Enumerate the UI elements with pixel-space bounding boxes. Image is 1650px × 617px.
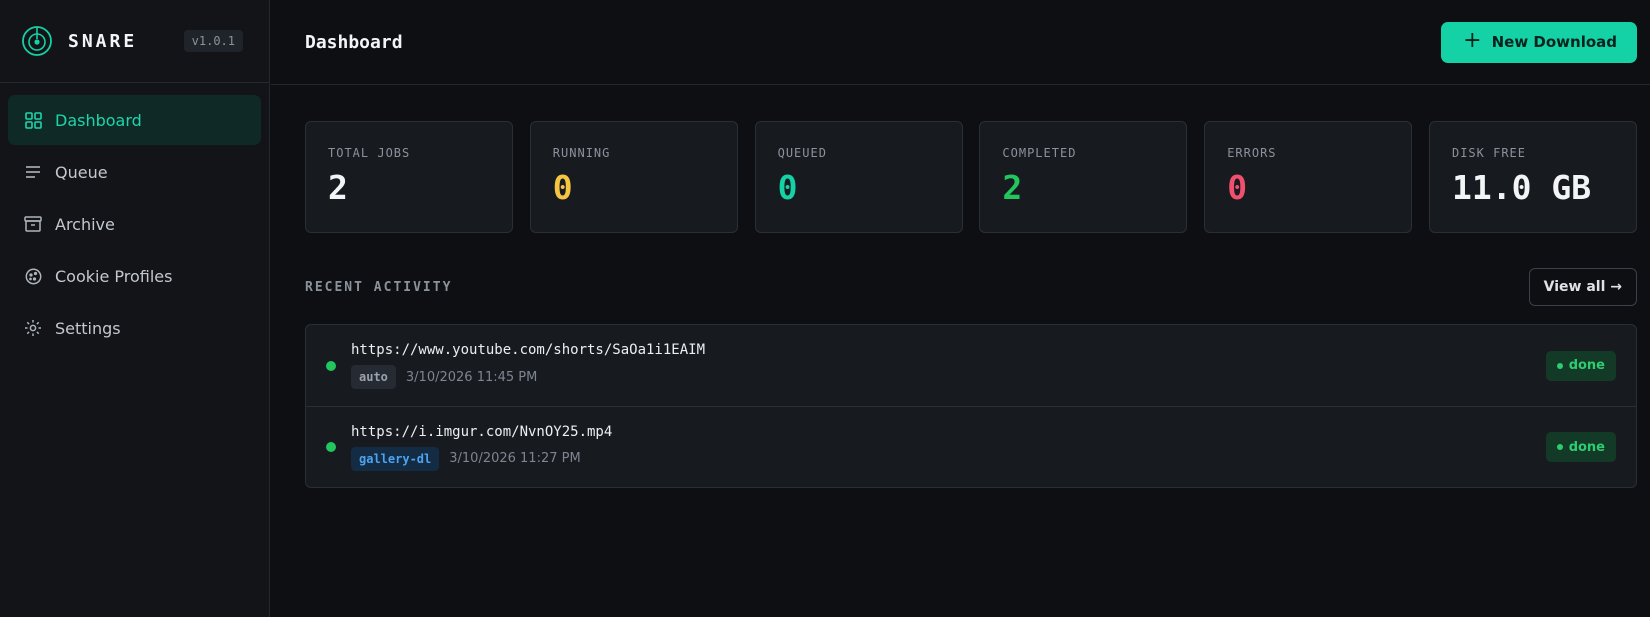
stat-value: 0 [552,168,573,207]
sidebar-item-label: Queue [55,162,108,182]
grid-icon [24,111,42,129]
activity-time: 3/10/2026 11:27 PM [449,451,581,466]
stat-card-completed: COMPLETED 2 [979,121,1188,233]
list-item[interactable]: https://i.imgur.com/NvnOY25.mp4 gallery-… [306,406,1636,487]
list-item[interactable]: https://www.youtube.com/shorts/SaOa1i1EA… [306,325,1636,406]
stat-value: 0 [777,168,798,207]
brand: SNARE v1.0.1 [0,0,269,83]
stat-card-queued: QUEUED 0 [754,121,963,233]
stat-label: RUNNING [552,146,611,160]
app-name: SNARE [68,30,138,52]
sidebar-item-dashboard[interactable]: Dashboard [8,95,261,145]
activity-url: https://www.youtube.com/shorts/SaOa1i1EA… [351,342,706,358]
sidebar-item-label: Dashboard [55,110,142,130]
stat-label: TOTAL JOBS [328,146,411,160]
status-badge: done [1545,432,1616,462]
recent-activity-header: RECENT ACTIVITY View all → [305,268,1637,306]
stat-value: 2 [328,168,348,207]
stats-row: TOTAL JOBS 2 RUNNING 0 QUEUED 0 COMPLETE… [305,121,1637,233]
stat-card-errors: ERRORS 0 [1204,121,1413,233]
archive-icon [24,215,42,233]
stat-label: COMPLETED [1002,146,1077,160]
view-all-button[interactable]: View all → [1528,268,1637,306]
engine-tag: gallery-dl [351,446,440,471]
new-download-button[interactable]: + New Download [1441,21,1637,63]
sidebar-item-label: Settings [55,318,121,338]
page-title: Dashboard [305,31,403,53]
sidebar-item-queue[interactable]: Queue [8,147,261,197]
activity-info: https://i.imgur.com/NvnOY25.mp4 gallery-… [351,424,1546,471]
status-dot [326,442,336,452]
engine-tag: auto [351,365,396,389]
section-title: RECENT ACTIVITY [305,279,453,295]
sidebar-nav: Dashboard Queue Archive Cookie Profiles … [0,83,269,367]
list-icon [24,163,42,181]
gear-icon [24,319,42,337]
sidebar-item-archive[interactable]: Archive [8,199,261,249]
sidebar-item-label: Archive [55,214,115,234]
status-badge-label: done [1568,439,1605,455]
sidebar-item-label: Cookie Profiles [55,266,173,286]
stat-card-total-jobs: TOTAL JOBS 2 [305,121,513,233]
top-header: Dashboard + New Download [271,0,1650,85]
activity-meta: auto 3/10/2026 11:45 PM [351,365,1546,389]
stat-label: DISK FREE [1451,146,1527,160]
status-badge-label: done [1568,358,1605,373]
status-dot [326,360,336,371]
status-badge-dot [1556,362,1563,369]
status-badge-dot [1556,444,1563,450]
activity-info: https://www.youtube.com/shorts/SaOa1i1EA… [351,342,1546,389]
stat-value: 11.0 GB [1451,168,1592,207]
stat-label: QUEUED [777,146,827,160]
recent-activity-list: https://www.youtube.com/shorts/SaOa1i1EA… [305,324,1637,488]
stat-label: ERRORS [1227,146,1277,160]
new-download-label: New Download [1491,33,1617,51]
activity-meta: gallery-dl 3/10/2026 11:27 PM [351,446,1546,471]
sidebar-item-settings[interactable]: Settings [8,303,261,353]
stat-value: 2 [1002,168,1023,207]
sidebar-item-cookie-profiles[interactable]: Cookie Profiles [8,251,261,301]
snare-logo-icon[interactable] [21,25,53,57]
sidebar: SNARE v1.0.1 Dashboard Queue Archive Coo… [0,0,270,617]
cookie-icon [24,267,42,285]
stat-card-disk-free: DISK FREE 11.0 GB [1428,121,1637,233]
version-badge: v1.0.1 [183,30,243,52]
activity-time: 3/10/2026 11:45 PM [405,369,538,385]
activity-url: https://i.imgur.com/NvnOY25.mp4 [351,423,613,440]
plus-icon: + [1463,28,1482,53]
stat-value: 0 [1227,168,1248,207]
stat-card-running: RUNNING 0 [529,121,738,233]
status-badge: done [1545,350,1616,381]
